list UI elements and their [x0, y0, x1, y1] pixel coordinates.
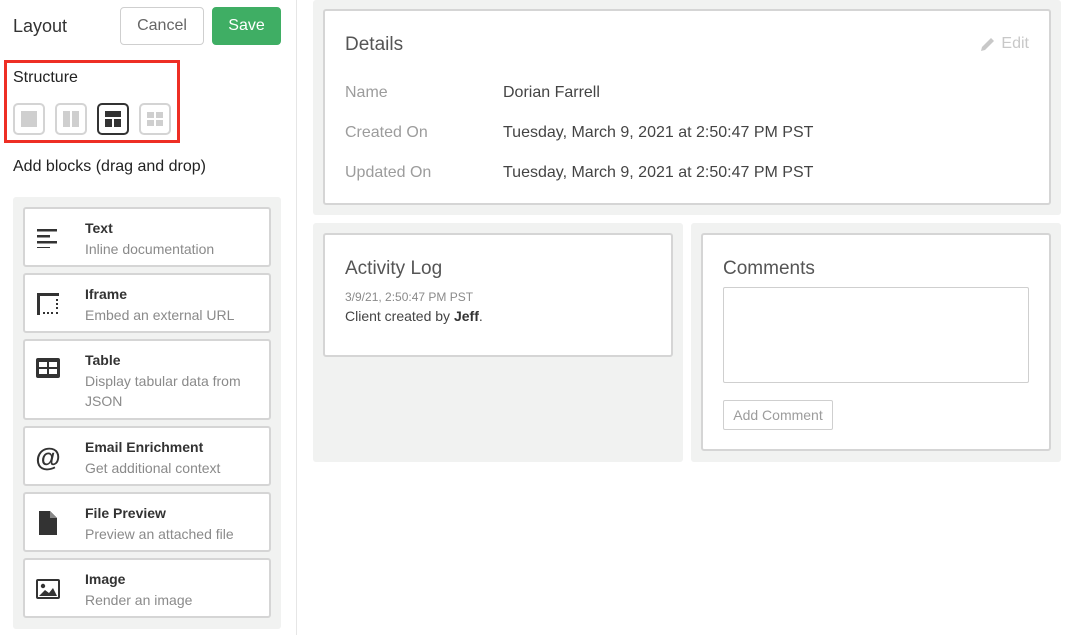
align-left-icon: [35, 225, 61, 251]
details-title: Details: [345, 34, 404, 55]
block-description: Get additional context: [85, 460, 221, 476]
top-two-columns-icon-part: [114, 119, 121, 127]
structure-grid-button[interactable]: [139, 103, 171, 135]
block-description: Inline documentation: [85, 241, 215, 257]
log-entry-timestamp: 3/9/21, 2:50:47 PM PST: [345, 290, 474, 304]
field-label-updated-on: Updated On: [345, 164, 432, 181]
block-title: Email Enrichment: [85, 439, 204, 455]
details-card: Details Edit Name Dorian Farrell Created…: [323, 9, 1051, 205]
block-description: Display tabular data from JSON: [85, 373, 241, 409]
structure-two-columns-button[interactable]: [55, 103, 87, 135]
block-title: Image: [85, 571, 126, 587]
log-entry-text-prefix: Client created by: [345, 308, 454, 324]
two-columns-icon: [63, 111, 70, 127]
log-entry-text: Client created by Jeff.: [345, 308, 483, 324]
grid-icon-part: [156, 120, 163, 126]
at-sign-icon: @: [35, 441, 61, 472]
pencil-icon: [981, 38, 995, 51]
block-image[interactable]: Image Render an image: [23, 558, 271, 618]
edit-link[interactable]: Edit: [980, 35, 1029, 53]
field-label-created-on: Created On: [345, 124, 428, 141]
block-title: Iframe: [85, 286, 128, 302]
file-icon: [35, 510, 61, 536]
block-file-preview[interactable]: File Preview Preview an attached file: [23, 492, 271, 552]
block-iframe[interactable]: Iframe Embed an external URL: [23, 273, 271, 333]
structure-label: Structure: [13, 69, 78, 86]
top-two-columns-icon: [105, 111, 121, 117]
block-email-enrichment[interactable]: @ Email Enrichment Get additional contex…: [23, 426, 271, 486]
activity-log-card: Activity Log 3/9/21, 2:50:47 PM PST Clie…: [323, 233, 673, 357]
add-comment-button[interactable]: Add Comment: [723, 400, 833, 430]
structure-single-column-button[interactable]: [13, 103, 45, 135]
log-entry-text-suffix: .: [478, 308, 483, 324]
table-icon: [35, 355, 61, 381]
log-entry-actor: Jeff: [453, 308, 479, 324]
layout-title: Layout: [13, 16, 68, 36]
block-text[interactable]: Text Inline documentation: [23, 207, 271, 267]
activity-log-title: Activity Log: [345, 258, 443, 279]
field-value-created-on: Tuesday, March 9, 2021 at 2:50:47 PM PST: [503, 124, 814, 141]
save-button[interactable]: Save: [212, 7, 281, 45]
add-blocks-label: Add blocks (drag and drop): [13, 158, 206, 175]
grid-icon-part: [156, 112, 163, 118]
block-title: File Preview: [85, 505, 166, 521]
structure-top-two-columns-button[interactable]: [97, 103, 129, 135]
image-icon: [35, 576, 61, 602]
field-label-name: Name: [345, 84, 388, 101]
block-description: Render an image: [85, 592, 193, 608]
comments-title: Comments: [723, 258, 815, 279]
comments-card: Comments Add Comment: [701, 233, 1051, 451]
block-description: Embed an external URL: [85, 307, 235, 323]
grid-icon-part: [147, 120, 154, 126]
iframe-icon: [35, 291, 61, 317]
grid-icon: [147, 112, 154, 118]
block-description: Preview an attached file: [85, 526, 234, 542]
single-column-icon: [21, 111, 37, 127]
field-value-updated-on: Tuesday, March 9, 2021 at 2:50:47 PM PST: [503, 164, 814, 181]
block-title: Text: [85, 220, 113, 236]
field-value-name: Dorian Farrell: [503, 84, 600, 101]
layout-editor-panel: Layout Cancel Save Structure Add blocks …: [0, 0, 297, 635]
two-columns-icon-part: [72, 111, 79, 127]
top-two-columns-icon-part: [105, 119, 112, 127]
comment-textarea[interactable]: [723, 287, 1029, 383]
block-table[interactable]: Table Display tabular data from JSON: [23, 339, 271, 420]
edit-label: Edit: [1001, 35, 1029, 52]
cancel-button[interactable]: Cancel: [120, 7, 204, 45]
blocks-palette: Text Inline documentation Iframe Embed a…: [13, 197, 281, 629]
block-title: Table: [85, 352, 121, 368]
